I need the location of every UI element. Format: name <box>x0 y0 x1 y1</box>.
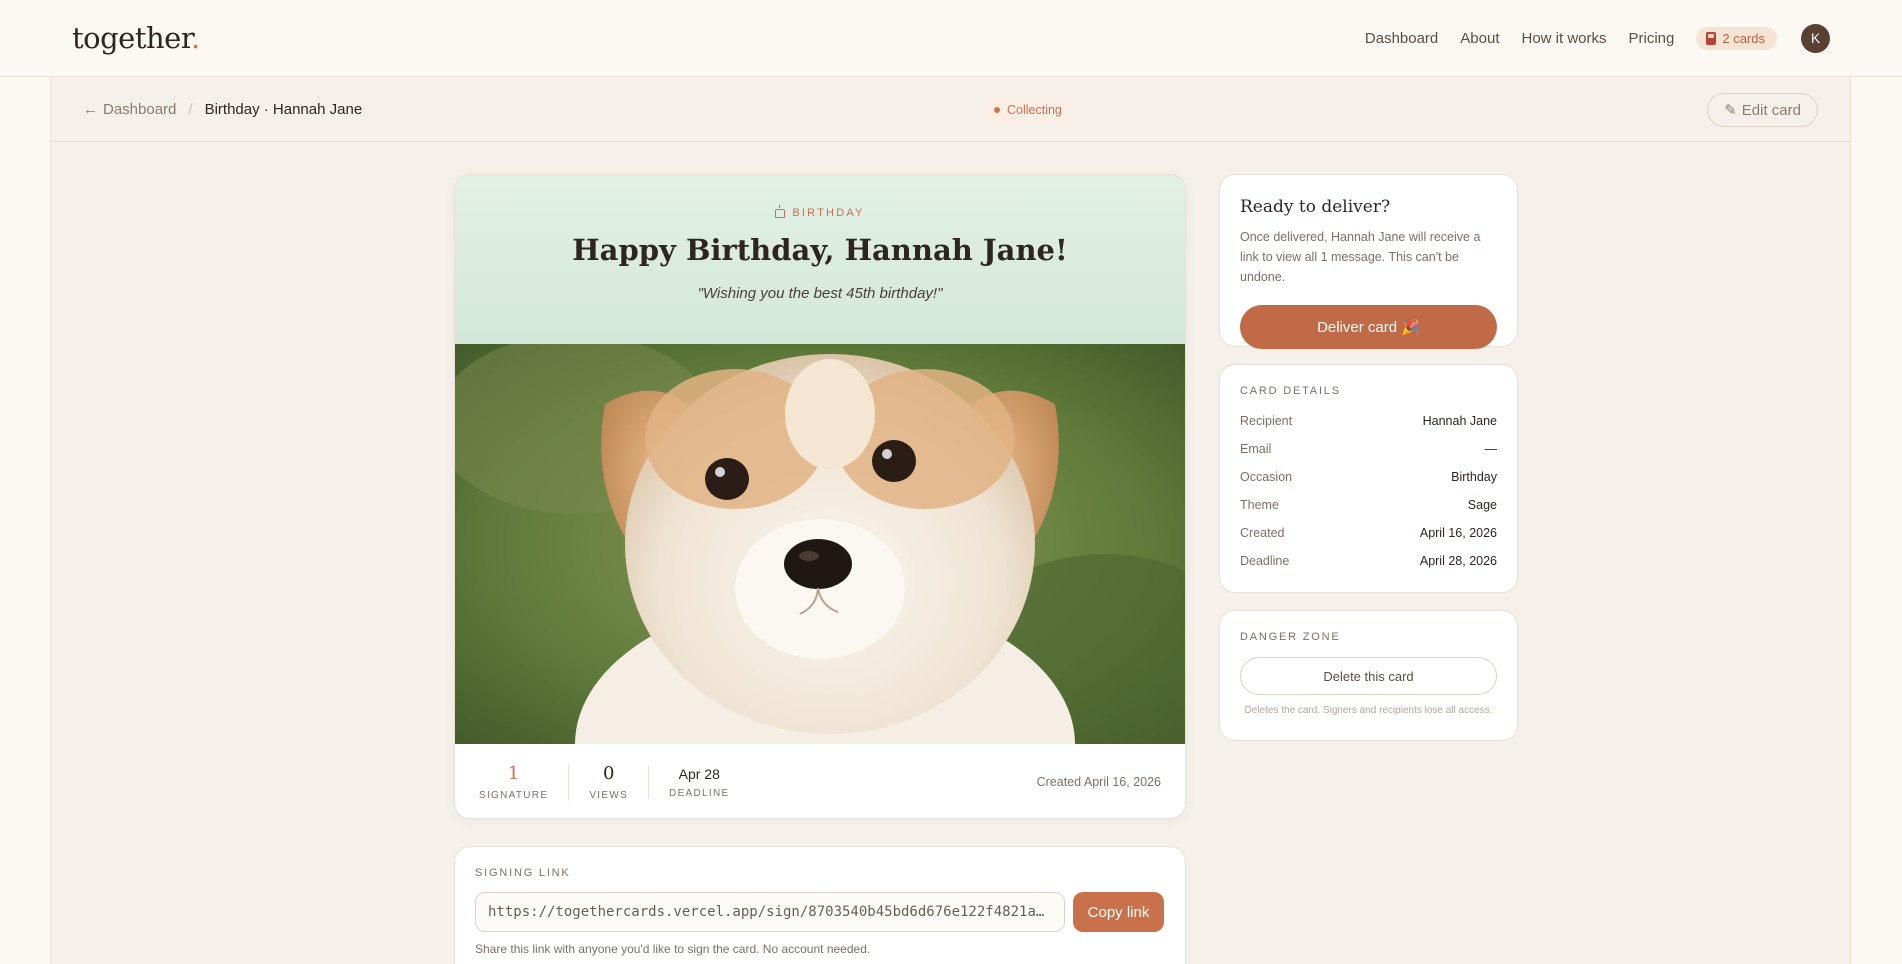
detail-row-deadline: Deadline April 28, 2026 <box>1240 547 1497 575</box>
nav-how-it-works[interactable]: How it works <box>1521 30 1606 47</box>
nav-links: Dashboard About How it works Pricing 2 c… <box>1365 23 1830 53</box>
deliver-heading: Ready to deliver? <box>1240 197 1391 217</box>
detail-value: April 16, 2026 <box>1419 526 1497 540</box>
status-badge: Collecting <box>983 97 1073 123</box>
signing-link-heading: SIGNING LINK <box>475 867 571 879</box>
stat-deadline-label: DEADLINE <box>669 787 730 799</box>
detail-value: — <box>1484 442 1498 456</box>
deliver-description: Once delivered, Hannah Jane will receive… <box>1240 230 1481 284</box>
status-label: Collecting <box>1007 103 1062 117</box>
danger-zone-note: Deletes the card. Signers and recipients… <box>1244 705 1493 716</box>
detail-value: April 28, 2026 <box>1419 554 1497 568</box>
detail-key: Occasion <box>1240 470 1293 484</box>
stat-views: 0 VIEWS <box>568 763 648 801</box>
card-title: Happy Birthday, Hannah Jane! <box>572 233 1068 267</box>
breadcrumb: ← Dashboard / Birthday · Hannah Jane <box>83 77 362 142</box>
detail-key: Deadline <box>1240 554 1290 568</box>
delete-card-button[interactable]: Delete this card <box>1240 657 1497 695</box>
sub-header: ← Dashboard / Birthday · Hannah Jane Col… <box>51 77 1850 142</box>
breadcrumb-back-link[interactable]: ← Dashboard <box>83 101 176 118</box>
card-message: "Wishing you the best 45th birthday!" <box>697 285 943 302</box>
main-panel: ← Dashboard / Birthday · Hannah Jane Col… <box>50 77 1851 964</box>
brand-name: together <box>72 21 192 55</box>
card-icon <box>1706 31 1717 45</box>
puppy-photo-illustration <box>455 344 1185 744</box>
detail-key: Theme <box>1240 498 1279 512</box>
nav-dashboard[interactable]: Dashboard <box>1365 30 1438 47</box>
signing-link-note: Share this link with anyone you'd like t… <box>475 942 871 956</box>
card-stats: 1 SIGNATURE 0 VIEWS Apr 28 DEADLINE Crea… <box>455 744 1185 818</box>
stat-deadline-value: Apr 28 <box>678 765 720 782</box>
nav-about[interactable]: About <box>1460 30 1499 47</box>
card-preview: BIRTHDAY Happy Birthday, Hannah Jane! "W… <box>454 174 1186 819</box>
stat-signatures-label: SIGNATURE <box>479 790 549 801</box>
detail-row-occasion: Occasion Birthday <box>1240 463 1497 491</box>
arrow-left-icon: ← <box>83 101 98 118</box>
stat-signatures: 1 SIGNATURE <box>479 763 568 801</box>
brand-logo[interactable]: together. <box>72 21 200 55</box>
stat-deadline: Apr 28 DEADLINE <box>648 765 749 799</box>
occasion-label: BIRTHDAY <box>792 207 865 219</box>
detail-row-recipient: Recipient Hannah Jane <box>1240 407 1497 435</box>
breadcrumb-separator: / <box>188 101 193 118</box>
detail-value: Hannah Jane <box>1422 414 1497 428</box>
pencil-icon: ✎ <box>1724 102 1737 119</box>
copy-link-button[interactable]: Copy link <box>1073 892 1164 932</box>
nav-pricing[interactable]: Pricing <box>1629 30 1675 47</box>
breadcrumb-back-label: Dashboard <box>103 101 177 118</box>
created-date: Created April 16, 2026 <box>1036 775 1161 789</box>
card-details-panel: CARD DETAILS Recipient Hannah Jane Email —… <box>1219 364 1518 593</box>
user-avatar[interactable]: K <box>1801 23 1830 53</box>
detail-key: Created <box>1240 526 1285 540</box>
status-dot-icon <box>994 107 1000 113</box>
brand-dot: . <box>191 21 200 55</box>
edit-card-label: Edit card <box>1741 101 1801 119</box>
card-details-list: Recipient Hannah Jane Email — Occasion Birt… <box>1240 407 1497 575</box>
card-details-heading: CARD DETAILS <box>1240 385 1341 397</box>
detail-value: Birthday <box>1451 470 1497 484</box>
signing-link-field[interactable]: https://togethercards.vercel.app/sign/87… <box>475 892 1065 932</box>
cake-icon <box>775 204 786 218</box>
stat-views-value: 0 <box>602 763 615 784</box>
danger-zone-heading: DANGER ZONE <box>1240 631 1341 643</box>
detail-row-theme: Theme Sage <box>1240 491 1497 519</box>
detail-key: Recipient <box>1240 414 1293 428</box>
top-nav: together. Dashboard About How it works P… <box>0 0 1902 77</box>
detail-row-email: Email — <box>1240 435 1497 463</box>
detail-key: Email <box>1240 442 1272 456</box>
cards-count-label: 2 cards <box>1722 30 1765 46</box>
card-photo <box>455 344 1185 744</box>
signing-link-row: https://togethercards.vercel.app/sign/87… <box>475 892 1165 932</box>
signing-link-panel: SIGNING LINK https://togethercards.verce… <box>454 846 1186 964</box>
edit-card-button[interactable]: ✎ Edit card <box>1707 93 1818 127</box>
detail-row-created: Created April 16, 2026 <box>1240 519 1497 547</box>
cards-count-badge[interactable]: 2 cards <box>1696 26 1777 50</box>
stat-signatures-value: 1 <box>507 763 520 784</box>
deliver-card-button[interactable]: Deliver card 🎉 <box>1240 305 1497 349</box>
stat-views-label: VIEWS <box>589 790 629 801</box>
occasion-tag: BIRTHDAY <box>455 204 1185 219</box>
breadcrumb-current: Birthday · Hannah Jane <box>204 101 363 118</box>
danger-zone-panel: DANGER ZONE Delete this card Deletes the… <box>1219 610 1518 741</box>
card-header: BIRTHDAY Happy Birthday, Hannah Jane! "W… <box>455 175 1185 344</box>
detail-value: Sage <box>1467 498 1497 512</box>
deliver-panel: Ready to deliver? Once delivered, Hannah… <box>1219 174 1518 349</box>
